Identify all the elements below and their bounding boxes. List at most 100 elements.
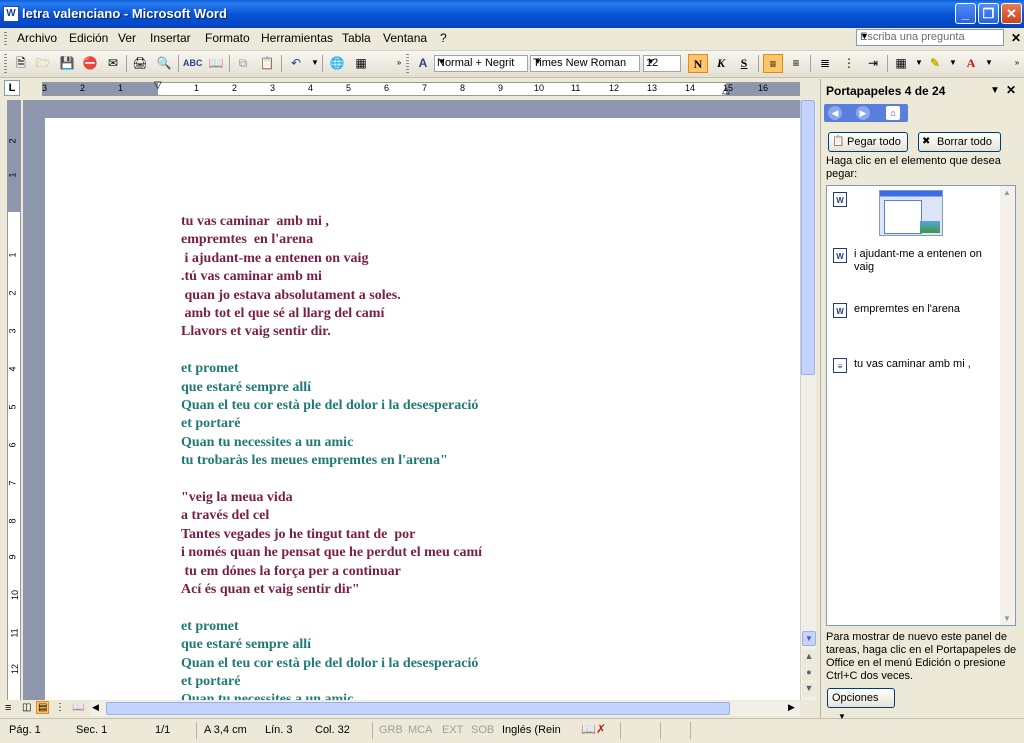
menu-tabla[interactable]: Tabla (342, 31, 371, 45)
menu-grip[interactable] (4, 32, 7, 46)
home-icon[interactable]: ⌂ (886, 106, 900, 120)
document-line[interactable]: et promet (181, 361, 239, 377)
status-language[interactable]: Inglés (Rein (502, 724, 561, 736)
vertical-scroll-thumb[interactable] (801, 100, 815, 375)
previous-page-icon[interactable]: ▲ (802, 650, 816, 665)
document-line[interactable]: et portaré (181, 674, 240, 690)
print-preview-icon[interactable]: 🔍 (155, 54, 173, 72)
document-line[interactable]: i només quan he pensat que he perdut el … (181, 545, 482, 561)
chevron-down-icon[interactable]: ▼ (646, 57, 656, 66)
options-button[interactable]: Opciones ▼ (827, 688, 895, 721)
menu-herramientas[interactable]: Herramientas (261, 31, 333, 45)
reading-view-icon[interactable]: 📖 (72, 702, 84, 713)
back-icon[interactable]: ◀ (828, 106, 842, 120)
tab-selector[interactable]: L (4, 80, 20, 96)
document-line[interactable]: que estaré sempre allí (181, 637, 311, 653)
status-overtype[interactable]: SOB (471, 724, 494, 736)
highlight-icon[interactable]: ✎ (926, 54, 944, 72)
scroll-up-icon[interactable]: ▲ (1003, 188, 1011, 197)
document-line[interactable]: tu em dónes la força per a continuar (181, 564, 401, 580)
clear-all-button[interactable]: ✖ Borrar todo (918, 132, 1001, 152)
permission-icon[interactable]: ⛔ (81, 54, 99, 72)
scroll-right-icon[interactable]: ▶ (788, 702, 795, 713)
email-icon[interactable]: ✉ (104, 54, 122, 72)
chevron-down-icon[interactable]: ▼ (437, 57, 447, 66)
bold-button[interactable]: N (688, 54, 708, 73)
document-line[interactable]: Tantes vegades jo he tingut tant de por (181, 527, 415, 543)
document-line[interactable]: Quan tu necessites a un amic (181, 435, 353, 451)
forward-icon[interactable]: ▶ (856, 106, 870, 120)
paste-icon[interactable]: 📋 (258, 54, 276, 72)
font-select[interactable]: Times New Roman ▼ (530, 55, 640, 72)
status-track-changes[interactable]: MCA (408, 724, 432, 736)
document-line[interactable]: Llavors et vaig sentir dir. (181, 324, 331, 340)
toolbar-grip[interactable] (4, 54, 7, 73)
right-indent-marker[interactable]: △ (722, 85, 730, 96)
spelling-status-icon[interactable]: 📖✗ (581, 722, 606, 736)
align-center-icon[interactable]: ≡ (787, 54, 805, 72)
font-color-icon[interactable]: A (962, 54, 980, 72)
spelling-icon[interactable]: ABC (183, 54, 203, 72)
print-icon[interactable]: 🖨 (131, 54, 149, 72)
menu-edicion[interactable]: Edición (69, 31, 108, 45)
new-document-icon[interactable]: 🗎 (12, 54, 30, 72)
underline-button[interactable]: S (734, 54, 754, 73)
clipboard-scrollbar[interactable]: ▲ ▼ (1000, 186, 1015, 625)
document-line[interactable]: Ací és quan et vaig sentir dir" (181, 582, 360, 598)
outline-view-icon[interactable]: ⋮ (55, 702, 65, 713)
document-line[interactable]: amb tot el que sé al llarg del camí (181, 306, 385, 322)
document-line[interactable]: Quan el teu cor està ple del dolor i la … (181, 398, 478, 414)
research-icon[interactable]: 📖 (207, 54, 225, 72)
close-button[interactable]: ✕ (1001, 3, 1022, 24)
document-close-icon[interactable]: ✕ (1011, 31, 1021, 45)
chevron-down-icon[interactable]: ▼ (533, 57, 543, 66)
document-line[interactable]: a través del cel (181, 508, 269, 524)
toolbar-grip[interactable] (406, 54, 409, 73)
menu-ventana[interactable]: Ventana (383, 31, 427, 45)
document-line[interactable]: quan jo estava absolutament a soles. (181, 288, 401, 304)
document-line[interactable]: tu trobaràs les meues empremtes en l'are… (181, 453, 448, 469)
task-pane-close-icon[interactable]: ✕ (1006, 83, 1016, 97)
word-app-icon[interactable]: W (3, 6, 19, 22)
minimize-button[interactable]: _ (955, 3, 976, 24)
table-icon[interactable]: ▦ (352, 54, 370, 72)
task-pane-title[interactable]: Portapapeles 4 de 24 (826, 84, 945, 98)
print-layout-icon[interactable]: ▤ (36, 701, 50, 714)
chevron-down-icon[interactable]: ▼ (860, 31, 1001, 41)
indent-icon[interactable]: ⇥ (864, 54, 882, 72)
document-line[interactable]: que estaré sempre allí (181, 380, 311, 396)
copy-icon[interactable]: ⧉ (234, 54, 252, 72)
undo-icon[interactable]: ↶ (287, 54, 305, 72)
toolbar-options-icon[interactable]: » (1008, 54, 1024, 72)
menu-formato[interactable]: Formato (205, 31, 250, 45)
document-line[interactable]: et promet (181, 619, 239, 635)
document-line[interactable]: "veig la meua vida (181, 490, 293, 506)
styles-pane-icon[interactable]: A (414, 54, 432, 72)
horizontal-ruler[interactable]: 3 2 1 1 2 3 4 5 6 7 8 9 10 11 12 13 14 1… (42, 80, 800, 96)
document-line[interactable]: i ajudant-me a entenen on vaig (181, 251, 369, 267)
borders-icon[interactable]: ▦ (892, 54, 910, 72)
status-record[interactable]: GRB (379, 724, 403, 736)
status-extend[interactable]: EXT (442, 724, 463, 736)
scroll-down-icon[interactable]: ▼ (1003, 614, 1011, 623)
document-line[interactable]: tu vas caminar amb mi , (181, 214, 329, 230)
numbering-icon[interactable]: ≣ (816, 54, 834, 72)
style-select[interactable]: Normal + Negrit ▼ (434, 55, 528, 72)
italic-button[interactable]: K (711, 54, 731, 73)
document-line[interactable]: et portaré (181, 416, 240, 432)
menu-archivo[interactable]: Archivo (17, 31, 57, 45)
chevron-down-icon[interactable]: ▼ (990, 85, 1000, 96)
document-line[interactable]: Quan tu necessites a un amic (181, 692, 353, 700)
next-page-icon[interactable]: ▼ (802, 682, 816, 697)
menu-ver[interactable]: Ver (118, 31, 136, 45)
open-folder-icon[interactable]: 🗁 (34, 54, 52, 72)
scroll-left-icon[interactable]: ◀ (92, 702, 99, 713)
document-line[interactable]: .tú vas caminar amb mi (181, 269, 322, 285)
restore-button[interactable]: ❐ (978, 3, 999, 24)
ask-question-input[interactable]: Escriba una pregunta ▼ (856, 29, 1004, 46)
bullets-icon[interactable]: ⋮ (840, 54, 858, 72)
web-view-icon[interactable]: ◫ (22, 702, 31, 713)
document-page[interactable]: tu vas caminar amb mi , empremtes en l'ar… (45, 118, 800, 700)
menu-insertar[interactable]: Insertar (150, 31, 191, 45)
first-line-indent-marker[interactable]: ▽ (154, 80, 162, 91)
